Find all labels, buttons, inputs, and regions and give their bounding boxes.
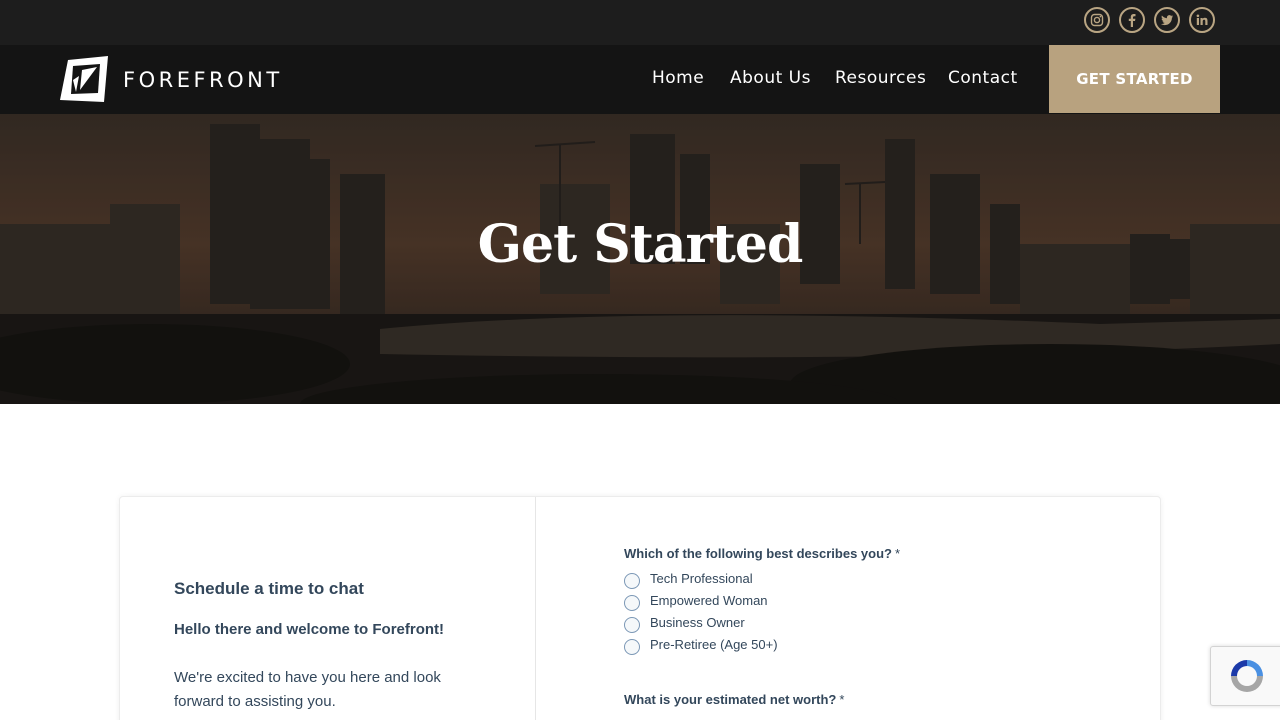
nav-about-us[interactable]: About Us <box>730 68 811 88</box>
nav-home[interactable]: Home <box>652 68 704 88</box>
brand-name: FOREFRONT <box>123 68 283 92</box>
radio-label: Pre-Retiree (Age 50+) <box>650 636 778 652</box>
radio-button[interactable] <box>624 639 640 655</box>
radio-button[interactable] <box>624 573 640 589</box>
card-intro-panel: Schedule a time to chat Hello there and … <box>120 497 536 720</box>
recaptcha-badge[interactable] <box>1210 646 1280 706</box>
recaptcha-icon <box>1231 660 1263 692</box>
required-mark: * <box>839 692 845 707</box>
radio-label: Empowered Woman <box>650 592 768 608</box>
twitter-icon[interactable] <box>1154 7 1180 33</box>
instagram-icon[interactable] <box>1084 7 1110 33</box>
social-bar <box>0 0 1280 45</box>
question-describes-you: Which of the following best describes yo… <box>624 546 900 561</box>
forefront-logo[interactable]: FOREFRONT <box>60 56 320 104</box>
required-mark: * <box>894 546 901 561</box>
radio-label: Tech Professional <box>650 570 753 586</box>
hero-banner: Get Started <box>0 114 1280 404</box>
linkedin-icon[interactable] <box>1189 7 1215 33</box>
logo-mark-icon <box>60 56 108 102</box>
welcome-text: We're excited to have you here and look … <box>174 669 441 710</box>
radio-button[interactable] <box>624 595 640 611</box>
nav-resources[interactable]: Resources <box>835 68 926 88</box>
welcome-heading: Hello there and welcome to Forefront! <box>174 621 445 638</box>
facebook-icon[interactable] <box>1119 7 1145 33</box>
question-label: What is your estimated net worth? <box>624 692 837 707</box>
schedule-card: Schedule a time to chat Hello there and … <box>119 496 1161 720</box>
schedule-title: Schedule a time to chat <box>174 579 364 598</box>
radio-option-business-owner[interactable]: Business Owner <box>624 612 745 633</box>
radio-option-tech-professional[interactable]: Tech Professional <box>624 568 753 589</box>
question-label: Which of the following best describes yo… <box>624 546 892 561</box>
main-navbar: FOREFRONT Home About Us Resources Contac… <box>0 45 1280 114</box>
page-title: Get Started <box>477 214 804 275</box>
radio-option-empowered-woman[interactable]: Empowered Woman <box>624 590 768 611</box>
radio-label: Business Owner <box>650 614 745 630</box>
radio-option-pre-retiree[interactable]: Pre-Retiree (Age 50+) <box>624 634 778 655</box>
get-started-button[interactable]: GET STARTED <box>1049 45 1220 113</box>
question-net-worth: What is your estimated net worth? * <box>624 692 844 707</box>
radio-button[interactable] <box>624 617 640 633</box>
nav-contact[interactable]: Contact <box>948 68 1018 88</box>
